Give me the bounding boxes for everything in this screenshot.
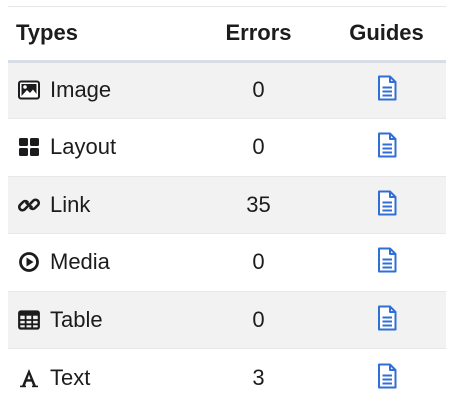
guide-document-icon[interactable] (374, 130, 400, 160)
error-count: 0 (190, 291, 327, 349)
error-count: 3 (190, 349, 327, 406)
guide-cell (327, 234, 446, 292)
guide-document-icon[interactable] (374, 303, 400, 333)
table-row-text: Text 3 (8, 349, 446, 406)
error-count: 0 (190, 234, 327, 292)
link-icon (18, 194, 40, 216)
guide-document-icon[interactable] (374, 361, 400, 391)
table-row-image: Image 0 (8, 61, 446, 119)
image-icon (18, 79, 40, 101)
type-cell: Text (8, 349, 190, 406)
column-header-types: Types (8, 7, 190, 61)
type-cell: Layout (8, 119, 190, 177)
type-label: Text (50, 365, 90, 391)
type-label: Image (50, 77, 111, 103)
error-types-table: Types Errors Guides (8, 7, 446, 406)
column-header-errors: Errors (190, 7, 327, 61)
guide-cell (327, 119, 446, 177)
type-label: Link (50, 192, 90, 218)
guide-cell (327, 176, 446, 234)
table-icon (18, 309, 40, 331)
table-row-layout: Layout 0 (8, 119, 446, 177)
error-count: 0 (190, 61, 327, 119)
column-header-guides: Guides (327, 7, 446, 61)
table-row-link: Link 35 (8, 176, 446, 234)
type-cell: Media (8, 234, 190, 292)
table-row-media: Media 0 (8, 234, 446, 292)
play-circle-icon (18, 251, 40, 273)
guide-cell (327, 349, 446, 406)
type-cell: Link (8, 176, 190, 234)
guide-document-icon[interactable] (374, 73, 400, 103)
type-cell: Image (8, 61, 190, 119)
guide-document-icon[interactable] (374, 245, 400, 275)
table-row-table: Table 0 (8, 291, 446, 349)
type-cell: Table (8, 291, 190, 349)
text-icon (18, 367, 40, 389)
type-label: Layout (50, 134, 116, 160)
guide-cell (327, 291, 446, 349)
type-label: Table (50, 307, 103, 333)
layout-grid-icon (18, 136, 40, 158)
type-label: Media (50, 249, 110, 275)
guide-document-icon[interactable] (374, 188, 400, 218)
error-count: 35 (190, 176, 327, 234)
table-header-row: Types Errors Guides (8, 7, 446, 61)
error-count: 0 (190, 119, 327, 177)
error-types-panel: Types Errors Guides (0, 0, 454, 404)
guide-cell (327, 61, 446, 119)
